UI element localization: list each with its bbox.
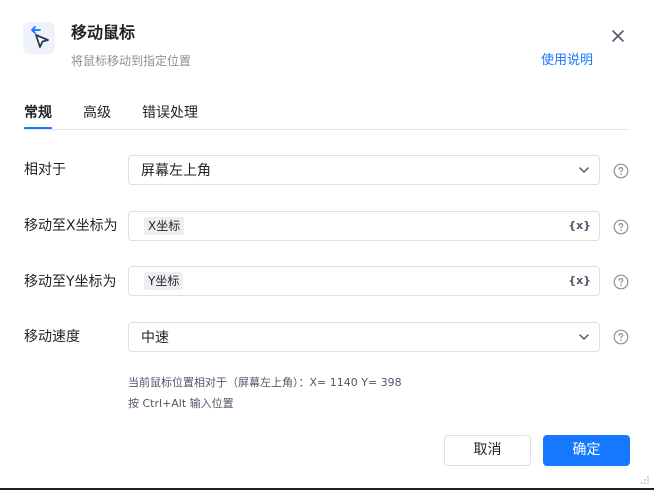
- tab-advanced[interactable]: 高级: [83, 103, 111, 123]
- relative-to-select[interactable]: 屏幕左上角: [128, 155, 600, 185]
- help-link[interactable]: 使用说明: [541, 51, 593, 71]
- speed-label: 移动速度: [24, 329, 80, 345]
- help-icon[interactable]: [613, 163, 629, 179]
- variable-icon[interactable]: {x}: [568, 218, 591, 234]
- help-icon[interactable]: [613, 329, 629, 345]
- move-y-label: 移动至Y坐标为: [24, 274, 117, 290]
- cancel-button[interactable]: 取消: [444, 435, 531, 466]
- y-variable-tag[interactable]: Y坐标: [144, 272, 184, 290]
- tab-general[interactable]: 常规: [24, 103, 52, 123]
- move-x-label: 移动至X坐标为: [24, 218, 118, 234]
- dialog-title: 移动鼠标: [71, 23, 136, 42]
- tabs-divider: [24, 129, 630, 130]
- mouse-move-icon: [23, 22, 55, 54]
- x-variable-tag[interactable]: X坐标: [144, 217, 185, 235]
- speed-select[interactable]: 中速: [128, 322, 600, 352]
- chevron-down-icon: [579, 334, 589, 340]
- tab-error-handling[interactable]: 错误处理: [142, 103, 198, 123]
- confirm-button[interactable]: 确定: [543, 435, 630, 466]
- chevron-down-icon: [579, 167, 589, 173]
- relative-to-value: 屏幕左上角: [141, 163, 211, 179]
- help-icon[interactable]: [613, 274, 629, 290]
- move-y-input[interactable]: Y坐标 {x}: [128, 266, 600, 296]
- help-icon[interactable]: [613, 219, 629, 235]
- speed-value: 中速: [141, 330, 169, 346]
- close-button[interactable]: [608, 26, 628, 46]
- shortcut-hint: 按 Ctrl+Alt 输入位置: [128, 397, 234, 410]
- relative-to-label: 相对于: [24, 162, 66, 178]
- close-icon: [612, 30, 624, 42]
- variable-icon[interactable]: {x}: [568, 273, 591, 289]
- mouse-position-hint: 当前鼠标位置相对于（屏幕左上角）：X= 1140 Y= 398: [128, 376, 402, 389]
- move-mouse-dialog: 移动鼠标 将鼠标移动到指定位置 使用说明 常规 高级 错误处理 相对于 屏幕左上…: [0, 0, 654, 490]
- resize-grip-icon[interactable]: [640, 475, 650, 485]
- dialog-subtitle: 将鼠标移动到指定位置: [71, 54, 192, 68]
- move-x-input[interactable]: X坐标 {x}: [128, 211, 600, 241]
